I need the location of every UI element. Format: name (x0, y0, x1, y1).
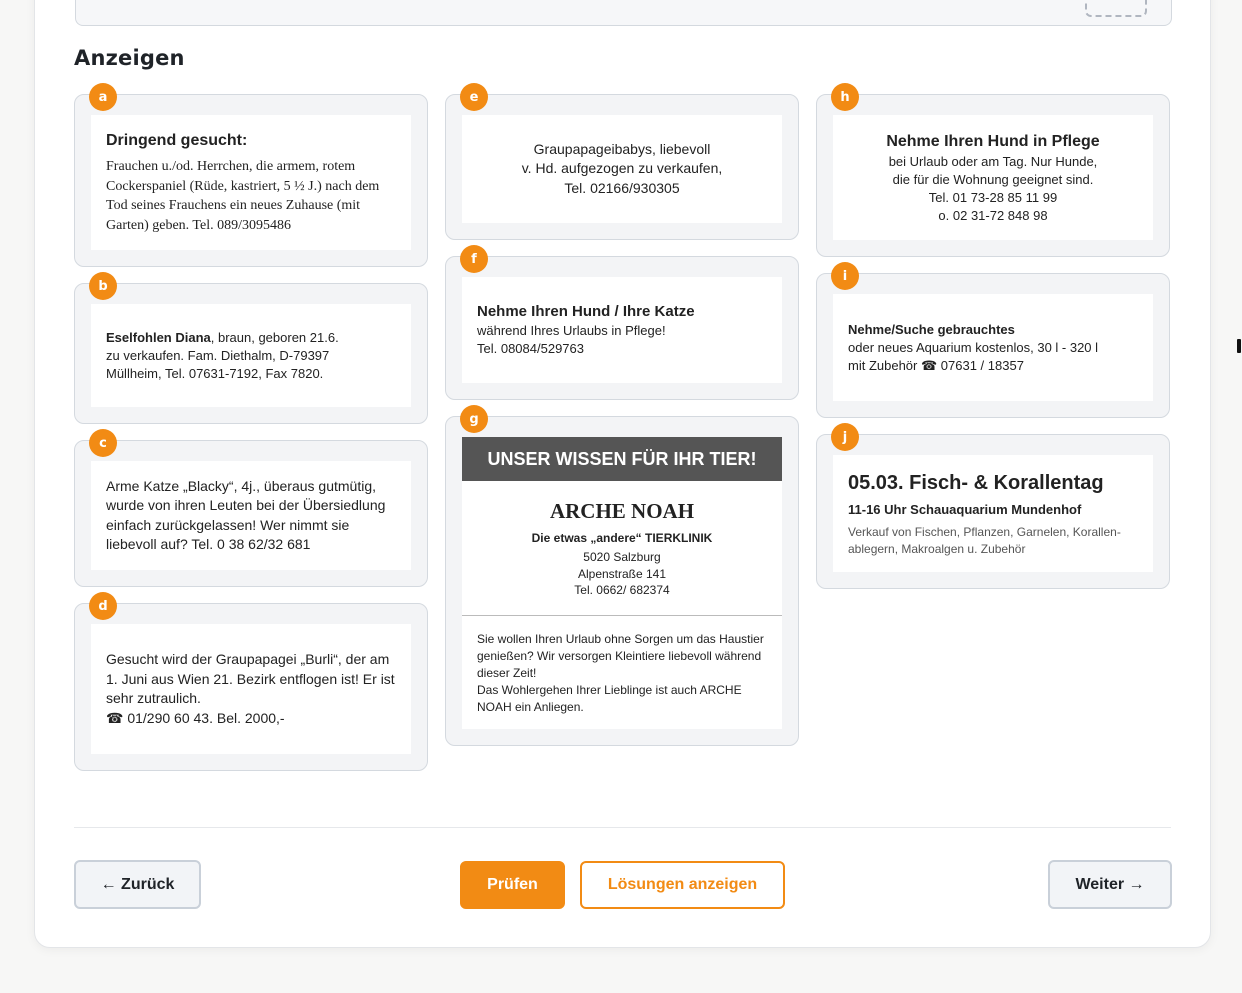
ad-slot-a[interactable]: a Dringend gesucht: Frauchen u./od. Herr… (74, 83, 428, 267)
ad-text: bei Urlaub oder am Tag. Nur Hunde, (888, 153, 1098, 169)
ad-text: 07631 / 18357 (937, 357, 1024, 373)
ad-text: 5020 Salzburg (583, 550, 661, 564)
slot-badge: a (89, 83, 117, 111)
ad-body: Gesucht wird der Graupapagei „Burli“, de… (106, 651, 395, 706)
ad-slot-h[interactable]: h Nehme Ihren Hund in Pflege bei Urlaub … (816, 83, 1170, 257)
ad-slot-e[interactable]: e Graupapageibabys, liebevoll v. Hd. auf… (445, 83, 799, 240)
ad-text: Tel. 0662/ 682374 (574, 583, 670, 597)
ad-body: Arme Katze „Blacky“, 4j., überaus gutmüt… (106, 477, 386, 553)
ad-title: Eselfohlen Diana (106, 329, 211, 345)
next-button[interactable]: Weiter → (1048, 860, 1172, 909)
ad-text: oder neues Aquarium kostenlos, 30 l - 32… (848, 339, 1099, 355)
ad-card[interactable]: Eselfohlen Diana, braun, geboren 21.6. z… (91, 304, 411, 407)
ad-body: Verkauf von Fischen, Pflanzen, Garnelen,… (848, 524, 1121, 556)
ad-card[interactable]: Nehme Ihren Hund / Ihre Katze während Ih… (462, 277, 782, 383)
drop-zone-placeholder[interactable] (1085, 0, 1147, 17)
section-title: Anzeigen (74, 46, 185, 70)
ad-card[interactable]: Graupapageibabys, liebevoll v. Hd. aufge… (462, 115, 782, 223)
ad-body: Frauchen u./od. Herrchen, die armem, rot… (106, 159, 380, 233)
slot-badge: g (460, 405, 488, 433)
ad-slot-b[interactable]: b Eselfohlen Diana, braun, geboren 21.6.… (74, 272, 428, 424)
ad-title: Dringend gesucht: (106, 132, 248, 149)
previous-section-box (75, 0, 1172, 26)
slot-badge: e (460, 83, 488, 111)
ad-card[interactable]: 05.03. Fisch- & Korallentag 11-16 Uhr Sc… (833, 455, 1153, 572)
ad-subtitle: Die etwas „andere“ TIERKLINIK (531, 531, 713, 545)
ad-card[interactable]: Nehme Ihren Hund in Pflege bei Urlaub od… (833, 115, 1153, 240)
ad-text: Tel. 01 73-28 85 11 99 (928, 189, 1058, 205)
ad-header-banner: UNSER WISSEN FÜR IHR TIER! (462, 437, 782, 481)
ad-title: Nehme Ihren Hund / Ihre Katze (477, 303, 695, 320)
slot-badge: h (831, 83, 859, 111)
ad-text: Alpenstraße 141 (577, 566, 667, 581)
ad-title: Nehme Ihren Hund in Pflege (886, 132, 1100, 150)
ad-text: o. 02 31-72 848 98 (938, 207, 1048, 223)
ad-text: 01/290 60 43. Bel. 2000,- (123, 709, 285, 726)
ad-card[interactable]: Nehme/Suche gebrauchtes oder neues Aquar… (833, 294, 1153, 401)
ad-slot-i[interactable]: i Nehme/Suche gebrauchtes oder neues Aqu… (816, 262, 1170, 418)
ad-slot-f[interactable]: f Nehme Ihren Hund / Ihre Katze während … (445, 245, 799, 400)
ad-title: Nehme/Suche gebrauchtes (848, 321, 1015, 337)
ad-slot-g[interactable]: g UNSER WISSEN FÜR IHR TIER! ARCHE NOAH … (445, 405, 799, 746)
show-solutions-button[interactable]: Lösungen anzeigen (580, 861, 785, 909)
ad-text: die für die Wohnung geeignet sind. (892, 171, 1094, 187)
ad-text: Müllheim, Tel. 07631-7192, Fax 7820. (106, 365, 324, 381)
ad-text: v. Hd. aufgezogen zu verkaufen, (521, 160, 723, 177)
ad-text: zu verkaufen. Fam. Diethalm, D-79397 (106, 347, 330, 363)
ad-text: während Ihres Urlaubs in Pflege! (477, 323, 666, 338)
ad-text: , braun, geboren 21.6. (210, 329, 339, 345)
phone-icon: ☎ (920, 357, 938, 373)
slot-badge: d (89, 592, 117, 620)
slot-badge: j (831, 423, 859, 451)
ad-card[interactable]: Arme Katze „Blacky“, 4j., überaus gutmüt… (91, 461, 411, 570)
slot-badge: b (89, 272, 117, 300)
ad-body: Das Wohlergehen Ihrer Lieblinge ist auch… (477, 682, 742, 714)
ad-subtitle: 11-16 Uhr Schauaquarium Mundenhof (848, 501, 1082, 517)
slot-badge: c (89, 429, 117, 457)
ad-slot-d[interactable]: d Gesucht wird der Graupapagei „Burli“, … (74, 592, 428, 771)
slot-badge: i (831, 262, 859, 290)
ad-text: Tel. 08084/529763 (477, 341, 584, 356)
back-button[interactable]: ← Zurück (74, 860, 201, 909)
ad-slot-c[interactable]: c Arme Katze „Blacky“, 4j., überaus gutm… (74, 429, 428, 587)
check-button[interactable]: Prüfen (460, 861, 565, 909)
ad-text: Tel. 02166/930305 (564, 179, 680, 196)
text-cursor-icon (1237, 339, 1241, 353)
ad-title: ARCHE NOAH (549, 499, 695, 523)
footer-divider (74, 827, 1171, 828)
ad-text: mit Zubehör (848, 357, 921, 373)
ad-slot-j[interactable]: j 05.03. Fisch- & Korallentag 11-16 Uhr … (816, 423, 1170, 589)
ad-body: Sie wollen Ihren Urlaub ohne Sorgen um d… (477, 631, 764, 680)
slot-badge: f (460, 245, 488, 273)
ad-card[interactable]: Gesucht wird der Graupapagei „Burli“, de… (91, 624, 411, 754)
ad-text: Graupapageibabys, liebevoll (533, 140, 711, 157)
ad-title: 05.03. Fisch- & Korallentag (848, 471, 1104, 494)
ad-card[interactable]: Dringend gesucht: Frauchen u./od. Herrch… (91, 115, 411, 250)
ad-card[interactable]: UNSER WISSEN FÜR IHR TIER! ARCHE NOAH Di… (462, 437, 782, 729)
phone-icon: ☎ (106, 709, 124, 726)
